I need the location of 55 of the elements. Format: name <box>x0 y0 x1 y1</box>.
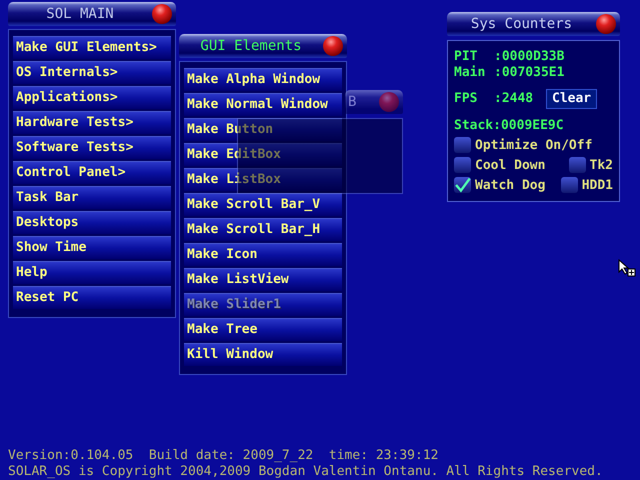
menu-item[interactable]: Desktops <box>13 211 171 234</box>
counter-label: FPS <box>454 91 478 107</box>
menu-item[interactable]: Make Normal Window <box>184 93 342 116</box>
footer-text: Version:0.104.05 Build date: 2009_7_22 time: 23:39:12 <box>8 448 440 464</box>
counter-value: :2448 <box>494 91 534 107</box>
window-title: B <box>348 94 356 110</box>
close-ball-icon[interactable] <box>379 92 399 112</box>
menu-item[interactable]: Applications> <box>13 86 171 109</box>
checkbox[interactable] <box>454 177 471 193</box>
window-title-bar[interactable]: B <box>345 90 403 114</box>
menu-item[interactable]: Make Tree <box>184 318 342 341</box>
menu-item[interactable]: Help <box>13 261 171 284</box>
checkbox-label: Tk2 <box>590 158 613 172</box>
close-ball-icon[interactable] <box>323 36 343 56</box>
menu-item[interactable]: Make ListBox <box>184 168 342 191</box>
window-title: Sys Counters <box>470 16 574 32</box>
menu-item[interactable]: Make ListView <box>184 268 342 291</box>
window-title: GUI Elements <box>199 38 303 54</box>
clear-button[interactable]: Clear <box>546 89 598 109</box>
checkbox-label: HDD1 <box>582 178 613 192</box>
menu-item[interactable]: Hardware Tests> <box>13 111 171 134</box>
counter-label: Main <box>454 65 486 81</box>
menu-item[interactable]: Control Panel> <box>13 161 171 184</box>
menu-item[interactable]: OS Internals> <box>13 61 171 84</box>
window-title-bar[interactable]: GUI Elements <box>179 34 347 58</box>
menu-item[interactable]: Reset PC <box>13 286 171 309</box>
checkbox-label: Cool Down <box>475 158 546 172</box>
menu-item[interactable]: Make EditBox <box>184 143 342 166</box>
footer-text: SOLAR_OS is Copyright 2004,2009 Bogdan Valentin Ontanu. All Rights Reserved. <box>8 464 603 480</box>
close-ball-icon[interactable] <box>596 14 616 34</box>
checkbox-label: Optimize On/Off <box>475 138 592 152</box>
menu-item[interactable]: Software Tests> <box>13 136 171 159</box>
checkbox[interactable] <box>560 177 578 193</box>
checkbox[interactable] <box>568 157 586 173</box>
menu-item[interactable]: Kill Window <box>184 343 342 366</box>
stack-counter: Stack:0009EE9C <box>454 117 565 135</box>
menu-item[interactable]: Make Alpha Window <box>184 68 342 91</box>
checkbox[interactable] <box>454 137 471 153</box>
close-ball-icon[interactable] <box>152 4 172 24</box>
checkbox[interactable] <box>454 157 471 173</box>
counter-value: :007035E1 <box>494 65 564 81</box>
menu-item[interactable]: Show Time <box>13 236 171 259</box>
window-title: SOL MAIN <box>45 6 115 22</box>
counter-label: PIT <box>454 49 478 65</box>
menu-item[interactable]: Make Button <box>184 118 342 141</box>
cursor-icon <box>618 259 636 277</box>
window-title-bar[interactable]: Sys Counters <box>447 12 620 36</box>
window-title-bar[interactable]: SOL MAIN <box>8 2 176 26</box>
menu-item[interactable]: Make GUI Elements> <box>13 36 171 59</box>
menu-item[interactable]: Make Icon <box>184 243 342 266</box>
menu-item[interactable]: Make Scroll Bar_V <box>184 193 342 216</box>
counter-value: :0000D33B <box>494 49 564 65</box>
menu-item[interactable]: Task Bar <box>13 186 171 209</box>
checkbox-label: Watch Dog <box>475 178 546 192</box>
menu-item[interactable]: Make Scroll Bar_H <box>184 218 342 241</box>
